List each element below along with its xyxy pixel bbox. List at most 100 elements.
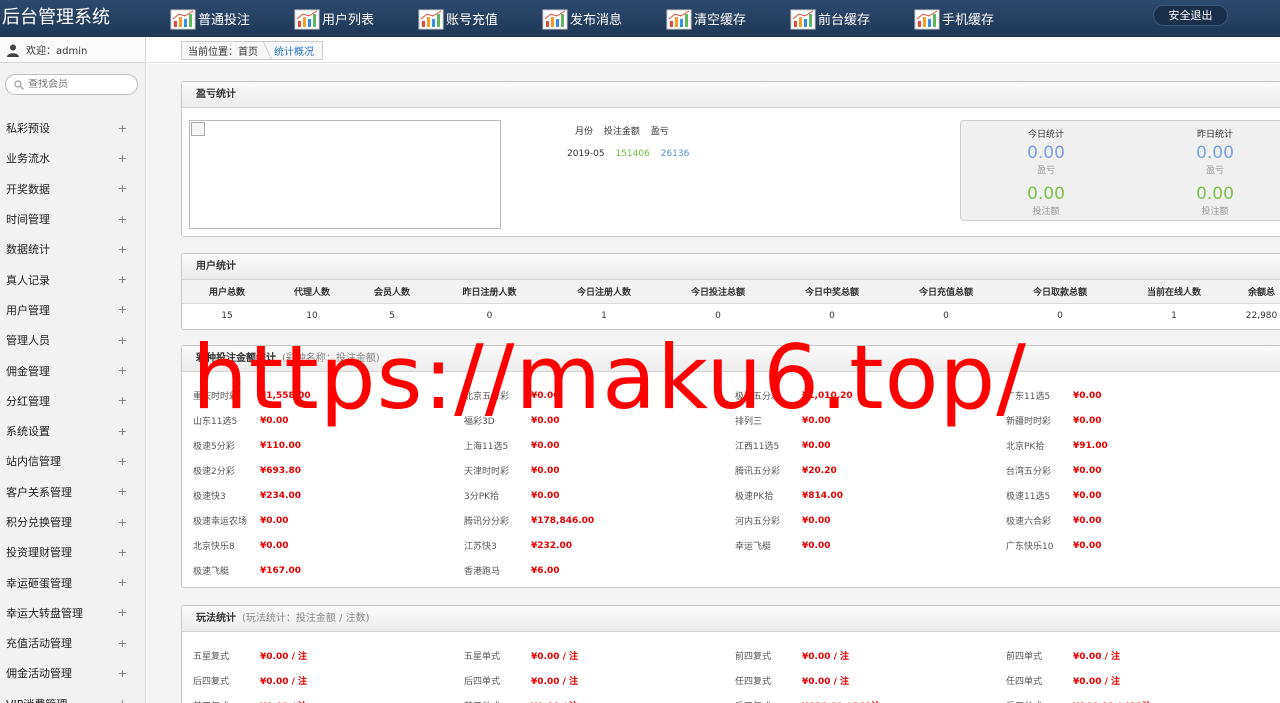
stat-amount: ¥0.00 / 注 <box>531 652 579 662</box>
sidebar-item-10[interactable]: 系统设置 + <box>0 416 145 446</box>
sidebar-item-19[interactable]: VIP消费管理 + <box>0 689 145 703</box>
stat-item: 五星复式 ¥0.00 / 注 <box>193 643 464 668</box>
expand-plus-icon[interactable]: + <box>118 273 127 286</box>
search-input[interactable] <box>28 79 133 90</box>
today-title: 今日统计 <box>1027 130 1064 140</box>
expand-plus-icon[interactable]: + <box>118 516 127 529</box>
sidebar-item-2[interactable]: 开奖数据 + <box>0 174 145 204</box>
expand-plus-icon[interactable]: + <box>118 152 127 165</box>
today-profit: 0.00 <box>1027 143 1065 163</box>
bar-chart-icon <box>170 7 196 31</box>
sidebar-item-8[interactable]: 佣金管理 + <box>0 355 145 385</box>
stat-amount: ¥0.00 <box>531 465 560 476</box>
expand-plus-icon[interactable]: + <box>118 667 127 680</box>
stat-item: 前四单式 ¥0.00 / 注 <box>1006 643 1277 668</box>
sidebar-item-5[interactable]: 真人记录 + <box>0 264 145 294</box>
expand-plus-icon[interactable]: + <box>118 213 127 226</box>
stat-item: 后三单式¥844.00 / 422注 <box>1006 693 1277 703</box>
sidebar-item-1[interactable]: 业务流水 + <box>0 143 145 173</box>
sidebar-item-0[interactable]: 私彩预设 + <box>0 113 145 143</box>
stat-item: 重庆时时彩 ¥1,558.00 <box>193 383 464 408</box>
stat-name: 山东11选5 <box>193 417 238 427</box>
stat-name: 极速飞艇 <box>193 567 230 577</box>
stat-amount: ¥0.00 <box>802 440 831 451</box>
stat-item: 极速飞艇 ¥167.00 <box>193 558 464 583</box>
stat-item: 极速2分彩 ¥693.80 <box>193 458 464 483</box>
stat-name: 腾讯五分彩 <box>735 467 781 477</box>
expand-plus-icon[interactable]: + <box>118 606 127 619</box>
stat-item: 山东11选5 ¥0.00 <box>193 408 464 433</box>
user-icon <box>7 44 19 57</box>
sidebar-item-11[interactable]: 站内信管理 + <box>0 446 145 476</box>
expand-plus-icon[interactable]: + <box>118 637 127 650</box>
sidebar-item-7[interactable]: 管理人员 + <box>0 325 145 355</box>
stat-name: 前三复式 <box>193 699 260 703</box>
bet-header: 投注金额 <box>603 127 640 137</box>
breadcrumb-home[interactable]: 当前位置：首页 <box>182 43 264 58</box>
table-cell: 5 <box>389 311 395 322</box>
expand-plus-icon[interactable]: + <box>118 485 127 498</box>
stat-name: 前四单式 <box>1006 652 1043 662</box>
table-cell: 0 <box>943 311 949 322</box>
expand-plus-icon[interactable]: + <box>118 425 127 438</box>
stat-amount: ¥20.20 <box>802 465 837 476</box>
stat-name: 广东11选5 <box>1006 392 1051 402</box>
sidebar-item-18[interactable]: 佣金活动管理 + <box>0 658 145 688</box>
table-cell: 0 <box>486 311 493 322</box>
sidebar-item-6[interactable]: 用户管理 + <box>0 295 145 325</box>
sidebar-item-12[interactable]: 客户关系管理 + <box>0 477 145 507</box>
panel-title: 用户统计 <box>182 254 1280 280</box>
grid-row: 北京快乐8 ¥0.00 江苏快3 ¥232.00 幸运飞艇 ¥0.00 广东快乐10 ¥0.0… <box>193 533 1280 558</box>
nav-item-0[interactable]: 普通投注 <box>170 0 294 37</box>
stat-name: 重庆时时彩 <box>193 392 239 402</box>
sidebar-item-13[interactable]: 积分兑换管理 + <box>0 507 145 537</box>
panel-title: 盈亏统计 <box>182 82 1280 108</box>
expand-plus-icon[interactable]: + <box>118 546 127 559</box>
nav-item-2[interactable]: 账号充值 <box>418 0 542 37</box>
grid-row: 五星复式 ¥0.00 / 注五星单式 ¥0.00 / 注前四复式 ¥0.00 / 注前… <box>193 643 1280 668</box>
sidebar: 欢迎：admin 私彩预设+业务流水+开奖数据+时间管理+数据统计+真人记录+用… <box>0 37 146 703</box>
sidebar-item-label: 客户关系管理 <box>6 485 72 499</box>
stat-item: 北京PK拾 ¥91.00 <box>1006 433 1277 458</box>
nav-item-5[interactable]: 前台缓存 <box>790 0 914 37</box>
stat-amount: ¥110.00 <box>260 440 301 451</box>
expand-plus-icon[interactable]: + <box>118 303 127 316</box>
expand-plus-icon[interactable]: + <box>118 576 127 589</box>
stat-item: 极速5分彩 ¥110.00 <box>193 433 464 458</box>
sidebar-item-4[interactable]: 数据统计 + <box>0 234 145 264</box>
stat-amount: ¥686.00 / 343注 <box>802 699 880 703</box>
sidebar-item-16[interactable]: 幸运大转盘管理 + <box>0 598 145 628</box>
member-search[interactable] <box>5 74 138 95</box>
expand-plus-icon[interactable]: + <box>118 364 127 377</box>
expand-plus-icon[interactable]: + <box>118 455 127 468</box>
sidebar-item-3[interactable]: 时间管理 + <box>0 204 145 234</box>
sidebar-item-label: 开奖数据 <box>6 182 50 196</box>
sidebar-item-9[interactable]: 分红管理 + <box>0 386 145 416</box>
column-header: 今日注册人数 <box>547 280 661 304</box>
sidebar-item-17[interactable]: 充值活动管理 + <box>0 628 145 658</box>
stat-name: 北京五分彩 <box>464 392 510 402</box>
bar-chart-icon <box>666 7 692 31</box>
sidebar-item-14[interactable]: 投资理财管理 + <box>0 537 145 567</box>
expand-plus-icon[interactable]: + <box>118 394 127 407</box>
expand-plus-icon[interactable]: + <box>118 122 127 135</box>
stat-item: 江苏快3 ¥232.00 <box>464 533 735 558</box>
expand-plus-icon[interactable]: + <box>118 334 127 347</box>
nav-item-4[interactable]: 清空缓存 <box>666 0 790 37</box>
grid-row: 极速5分彩 ¥110.00 上海11选5 ¥0.00 江西11选5 ¥0.00 北京PK拾 ¥… <box>193 433 1280 458</box>
sidebar-item-15[interactable]: 幸运砸蛋管理 + <box>0 567 145 597</box>
stat-name: 后四单式 <box>464 677 501 687</box>
nav-item-6[interactable]: 手机缓存 <box>914 0 1038 37</box>
nav-item-1[interactable]: 用户列表 <box>294 0 418 37</box>
logout-button[interactable]: 安全退出 <box>1153 5 1228 26</box>
stat-amount: ¥693.80 <box>260 465 301 476</box>
nav-item-3[interactable]: 发布消息 <box>542 0 666 37</box>
stat-name: 任四单式 <box>1006 677 1043 687</box>
stat-item: 五星单式 ¥0.00 / 注 <box>464 643 735 668</box>
expand-plus-icon[interactable]: + <box>118 697 127 703</box>
stat-item: 极速幸运农场 ¥0.00 <box>193 508 464 533</box>
welcome-text: 欢迎：admin <box>26 46 88 57</box>
expand-plus-icon[interactable]: + <box>118 182 127 195</box>
expand-plus-icon[interactable]: + <box>118 243 127 256</box>
stat-item: 前三复式¥0.00 / 注 <box>193 693 464 703</box>
